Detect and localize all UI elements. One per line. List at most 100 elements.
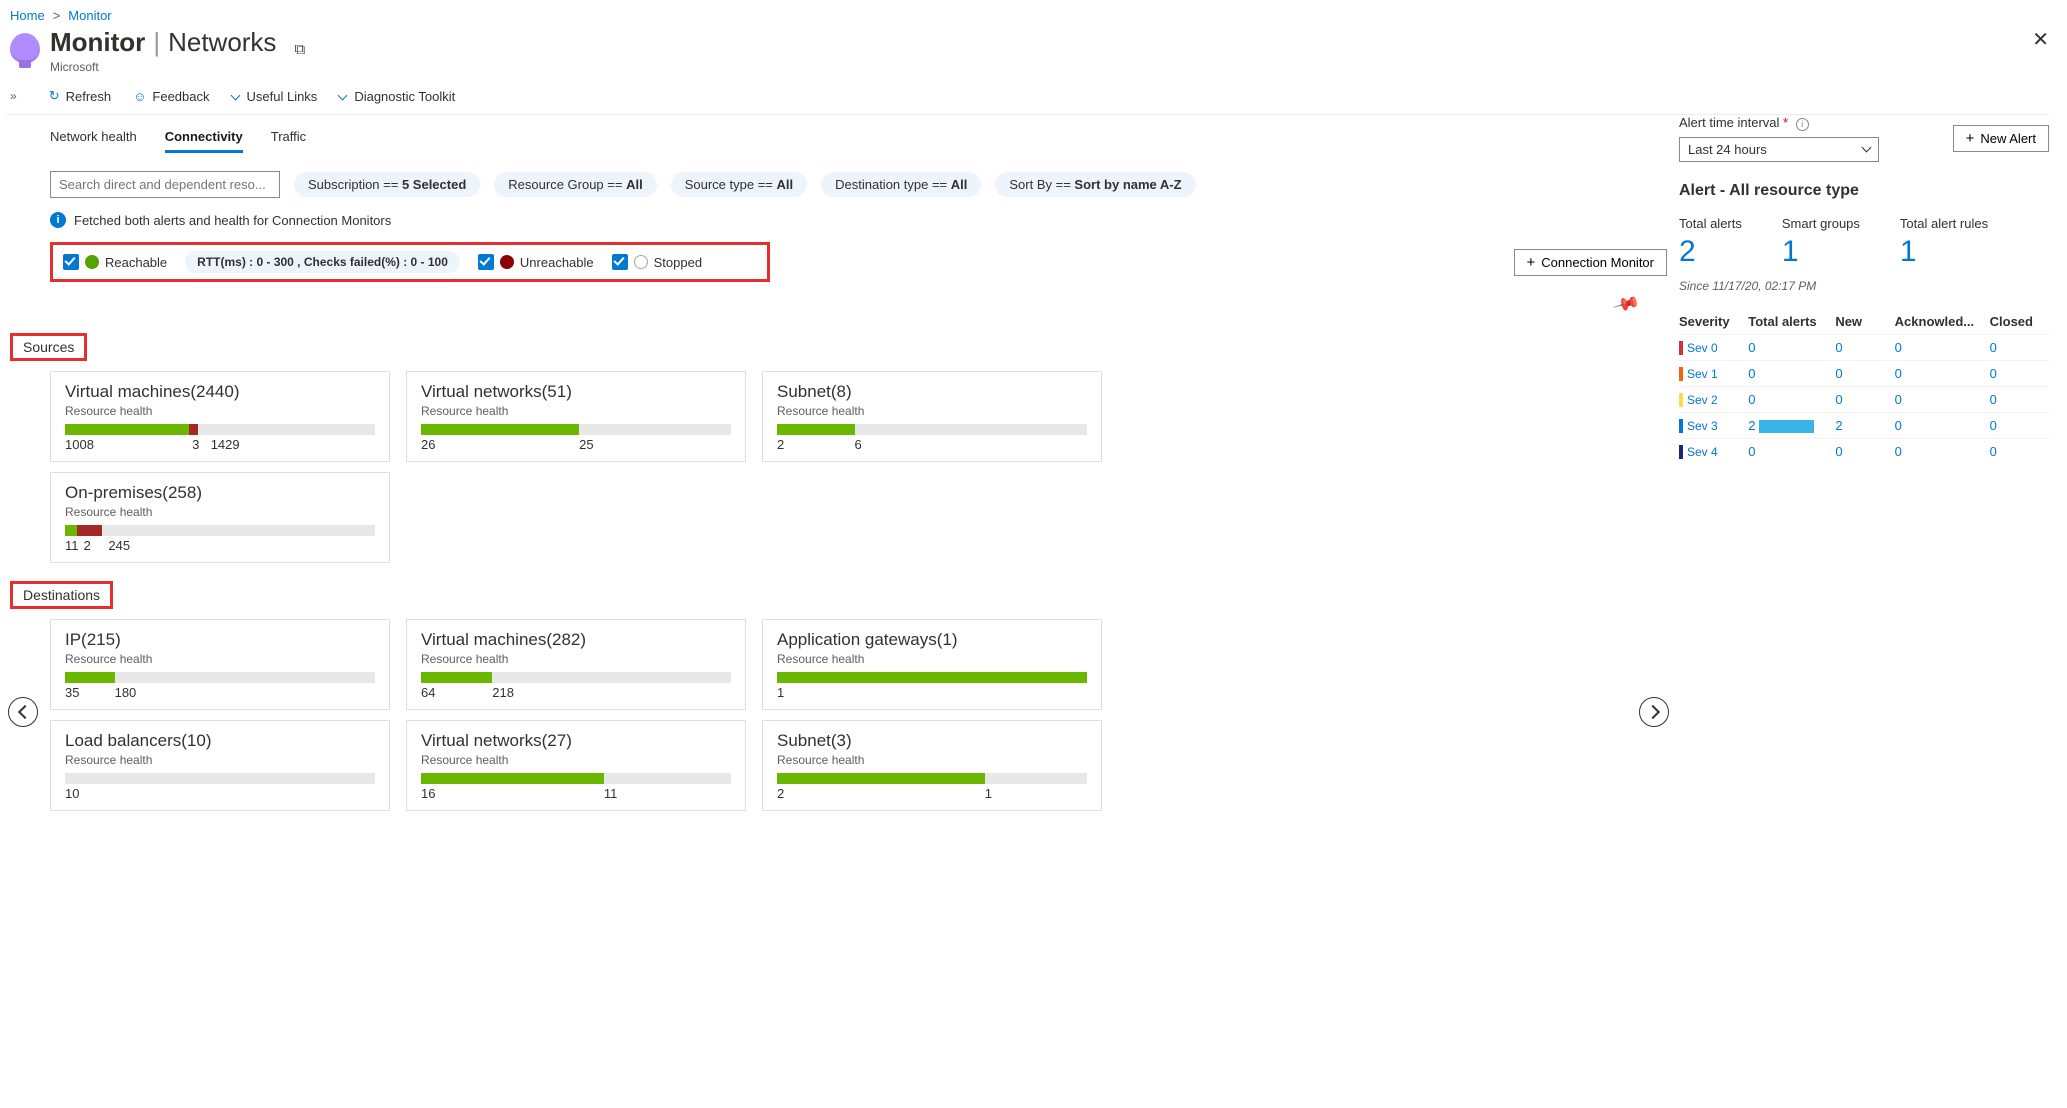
card-subtitle: Resource health: [65, 505, 375, 519]
resource-card[interactable]: On-premises(258)Resource health112245: [50, 472, 390, 563]
tab-connectivity[interactable]: Connectivity: [165, 129, 243, 153]
card-title: Subnet(8): [777, 382, 1087, 402]
pin-icon[interactable]: 📌: [1611, 290, 1641, 319]
bar-labels: 21: [777, 786, 1087, 804]
stopped-checkbox[interactable]: [612, 254, 628, 270]
breadcrumb-monitor[interactable]: Monitor: [68, 8, 111, 23]
severity-row[interactable]: Sev 40000: [1679, 438, 2049, 464]
interval-label: Alert time interval * i: [1679, 115, 1879, 131]
card-subtitle: Resource health: [777, 652, 1087, 666]
resource-card[interactable]: Virtual networks(27)Resource health1611: [406, 720, 746, 811]
filter-sort-by[interactable]: Sort By == Sort by name A-Z: [995, 172, 1195, 197]
card-row: IP(215)Resource health35180Virtual machi…: [50, 619, 1667, 710]
reachable-checkbox[interactable]: [63, 254, 79, 270]
bar-value: 1429: [211, 437, 240, 452]
severity-cell: 2: [1748, 413, 1835, 438]
bar-value: 1: [777, 685, 784, 700]
resource-card[interactable]: Virtual machines(2440)Resource health100…: [50, 371, 390, 462]
print-icon[interactable]: ⧉: [294, 41, 305, 58]
health-bar: [65, 525, 375, 536]
health-bar: [65, 773, 375, 784]
plus-icon: [1527, 255, 1536, 270]
severity-cell: 0: [1835, 387, 1894, 412]
info-icon[interactable]: i: [1796, 118, 1809, 131]
card-title: Load balancers(10): [65, 731, 375, 751]
severity-cell: 0: [1895, 387, 1990, 412]
resource-card[interactable]: Virtual networks(51)Resource health2625: [406, 371, 746, 462]
filter-source-type[interactable]: Source type == All: [671, 172, 807, 197]
severity-cell: 0: [1895, 335, 1990, 360]
refresh-button[interactable]: ↻Refresh: [49, 88, 111, 104]
search-input[interactable]: [50, 171, 280, 198]
legend-params[interactable]: RTT(ms) : 0 - 300 , Checks failed(%) : 0…: [185, 251, 460, 273]
close-icon[interactable]: ✕: [2032, 27, 2049, 52]
bar-value: 6: [855, 437, 862, 452]
unreachable-label: Unreachable: [520, 255, 594, 270]
page-org: Microsoft: [50, 60, 305, 74]
breadcrumb-home[interactable]: Home: [10, 8, 45, 23]
health-bar: [777, 424, 1087, 435]
page-title: Monitor: [50, 27, 145, 58]
kpi-alert-rules[interactable]: Total alert rules 1: [1900, 216, 1988, 269]
smile-icon: ☺: [133, 89, 146, 104]
useful-links-dropdown[interactable]: Useful Links: [232, 89, 318, 104]
bar-labels: 1611: [421, 786, 731, 804]
connection-monitor-button[interactable]: Connection Monitor: [1514, 249, 1668, 276]
kpi-smart-groups[interactable]: Smart groups 1: [1782, 216, 1860, 269]
severity-row[interactable]: Sev 00000: [1679, 334, 2049, 360]
filter-destination-type[interactable]: Destination type == All: [821, 172, 981, 197]
severity-row[interactable]: Sev 20000: [1679, 386, 2049, 412]
filter-subscription[interactable]: Subscription == 5 Selected: [294, 172, 480, 197]
resource-card[interactable]: Subnet(8)Resource health26: [762, 371, 1102, 462]
info-icon: i: [50, 212, 66, 228]
bar-value: 2: [777, 786, 784, 801]
severity-cell: 0: [1835, 361, 1894, 386]
severity-chip: Sev 3: [1679, 419, 1718, 433]
bar-value: 3: [192, 437, 199, 452]
bar-labels: 100831429: [65, 437, 375, 455]
diagnostic-dropdown[interactable]: Diagnostic Toolkit: [339, 89, 455, 104]
bar-value: 26: [421, 437, 435, 452]
bar-value: 2: [777, 437, 784, 452]
resource-card[interactable]: Virtual machines(282)Resource health6421…: [406, 619, 746, 710]
bar-value: 16: [421, 786, 435, 801]
interval-select[interactable]: Last 24 hours: [1679, 137, 1879, 162]
bar-value: 10: [65, 786, 79, 801]
card-subtitle: Resource health: [421, 753, 731, 767]
severity-row[interactable]: Sev 32200: [1679, 412, 2049, 438]
card-row: Load balancers(10)Resource health10Virtu…: [50, 720, 1667, 811]
card-subtitle: Resource health: [65, 753, 375, 767]
kpi-total-alerts[interactable]: Total alerts 2: [1679, 216, 1742, 269]
breadcrumb-separator: >: [53, 8, 61, 23]
sparkline: [1759, 420, 1814, 433]
stopped-dot-icon: [634, 255, 648, 269]
tab-traffic[interactable]: Traffic: [271, 129, 306, 153]
unreachable-checkbox[interactable]: [478, 254, 494, 270]
page-section: Networks: [168, 27, 276, 58]
reachable-dot-icon: [85, 255, 99, 269]
expand-nav-icon[interactable]: »: [10, 89, 17, 103]
severity-chip: Sev 0: [1679, 341, 1718, 355]
prev-button[interactable]: [8, 697, 38, 727]
bar-labels: 35180: [65, 685, 375, 703]
severity-cell: 0: [1748, 361, 1835, 386]
resource-card[interactable]: Load balancers(10) Resource health 10: [50, 720, 390, 811]
filter-resource-group[interactable]: Resource Group == All: [494, 172, 656, 197]
section-sources-label: Sources: [10, 333, 87, 361]
card-title: On-premises(258): [65, 483, 375, 503]
health-bar: [65, 672, 375, 683]
feedback-button[interactable]: ☺Feedback: [133, 89, 209, 104]
bar-value: 11: [65, 538, 79, 553]
resource-card[interactable]: IP(215)Resource health35180: [50, 619, 390, 710]
resource-card[interactable]: Application gateways(1)Resource health1: [762, 619, 1102, 710]
bar-value: 64: [421, 685, 435, 700]
bar-value: 218: [492, 685, 514, 700]
resource-card[interactable]: Subnet(3)Resource health21: [762, 720, 1102, 811]
tab-network-health[interactable]: Network health: [50, 129, 137, 153]
severity-cell: 2: [1835, 413, 1894, 438]
bar-labels: 26: [777, 437, 1087, 455]
bar-value: 25: [579, 437, 593, 452]
new-alert-button[interactable]: New Alert: [1953, 125, 2049, 152]
severity-row[interactable]: Sev 10000: [1679, 360, 2049, 386]
bar-value: 1: [985, 786, 992, 801]
